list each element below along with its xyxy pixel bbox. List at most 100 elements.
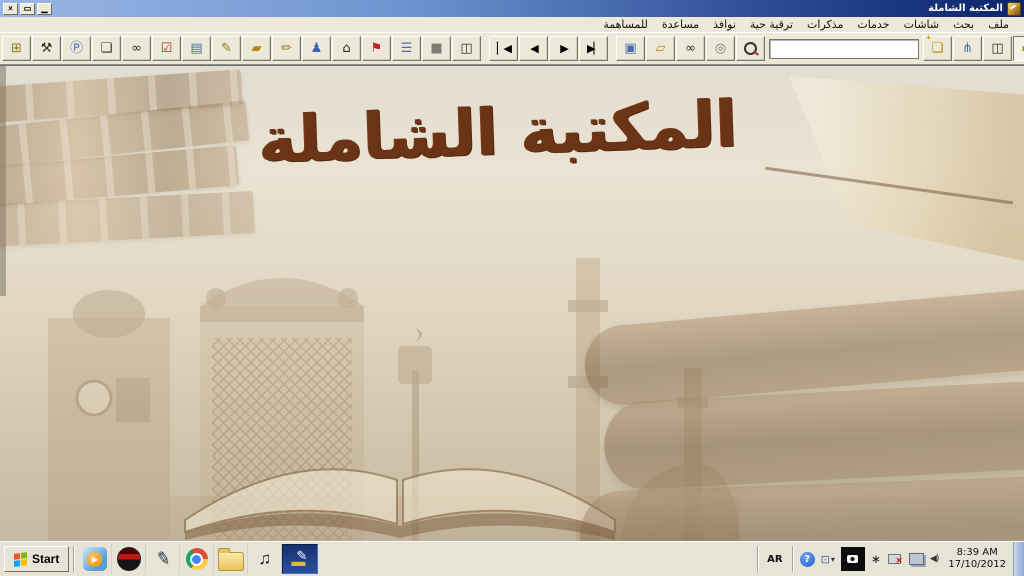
menu-contribute[interactable]: للمساهمة bbox=[596, 18, 655, 31]
restore-icon: ▭ bbox=[24, 4, 32, 13]
black-app-tray-button[interactable] bbox=[838, 547, 868, 571]
display-icon bbox=[909, 553, 924, 565]
home-window-icon: ⌂ bbox=[342, 42, 350, 55]
nav-prev-button[interactable]: ◀ bbox=[519, 36, 548, 61]
tools-icon: ⚒ bbox=[41, 42, 53, 55]
quick-launch: ▶ ✎ ♫ ▬✎ bbox=[78, 544, 318, 574]
menu-windows[interactable]: نوافذ bbox=[706, 18, 743, 31]
nav-first-icon: ▏◀ bbox=[497, 43, 510, 54]
white-book-button[interactable]: ◫ bbox=[983, 36, 1012, 61]
yellow-book-button[interactable]: ▬ bbox=[1013, 36, 1024, 61]
tray-separator bbox=[792, 546, 793, 572]
menu-screens[interactable]: شاشات bbox=[897, 18, 947, 31]
shamela-task-button[interactable]: ▬✎ bbox=[282, 544, 318, 574]
pen-app-launcher[interactable]: ✎ bbox=[146, 544, 180, 574]
nav-prev-icon: ◀ bbox=[530, 43, 536, 54]
open-folder-button[interactable]: ▱ bbox=[646, 36, 675, 61]
language-indicator[interactable]: AR bbox=[762, 554, 787, 565]
desktop-toolbar-button[interactable]: ⊡ ▾ bbox=[818, 553, 838, 566]
quick-search-input[interactable] bbox=[769, 39, 919, 59]
page-search-button[interactable] bbox=[736, 36, 765, 61]
system-tray: AR ? ⊡ ▾ ∗ × ◀) 8:39 AM 17/10/2012 bbox=[753, 544, 1024, 574]
binoculars-button[interactable]: ∞ bbox=[676, 36, 705, 61]
folder-picture-icon: ▰ bbox=[252, 42, 262, 55]
minimize-button[interactable]: ▁ bbox=[37, 3, 52, 15]
new-document-button[interactable]: ❏ bbox=[92, 36, 121, 61]
folder-picture-button[interactable]: ▰ bbox=[242, 36, 271, 61]
globe-icon: ◎ bbox=[715, 42, 726, 55]
title-bar: × ▭ ▁ المكتبة الشاملة bbox=[0, 0, 1024, 17]
page-search-icon bbox=[744, 42, 757, 55]
media-player-launcher[interactable]: ▶ bbox=[78, 544, 112, 574]
menu-live-update[interactable]: ترقية حية bbox=[743, 18, 800, 31]
binoculars-icon: ∞ bbox=[685, 42, 696, 55]
title-group: المكتبة الشاملة bbox=[926, 2, 1021, 16]
org-tree-button[interactable]: ⋔ bbox=[953, 36, 982, 61]
copy-pages-button[interactable]: ▤ bbox=[182, 36, 211, 61]
new-note-icon: ❏ bbox=[932, 42, 944, 55]
chrome-icon bbox=[186, 548, 208, 570]
open-book-button[interactable]: ◫ bbox=[452, 36, 481, 61]
menu-search[interactable]: بحث bbox=[946, 18, 981, 31]
close-button[interactable]: × bbox=[3, 3, 18, 15]
menu-bar: ملف بحث شاشات خدمات مذكرات ترقية حية نوا… bbox=[0, 17, 1024, 33]
taskbar: Start ▶ ✎ ♫ ▬✎ AR ? ⊡ ▾ ∗ × bbox=[0, 541, 1024, 576]
nav-first-button[interactable]: ▏◀ bbox=[489, 36, 518, 61]
open-book-decoration bbox=[175, 428, 625, 541]
home-window-button[interactable]: ⌂ bbox=[332, 36, 361, 61]
page-edit-icon: ✎ bbox=[221, 42, 232, 55]
nav-next-button[interactable]: ▶ bbox=[549, 36, 578, 61]
menu-memos[interactable]: مذكرات bbox=[800, 18, 850, 31]
binoculars-arrow-button[interactable]: ∞ bbox=[122, 36, 151, 61]
outline-list-icon: ☰ bbox=[401, 42, 413, 55]
menu-services[interactable]: خدمات bbox=[850, 18, 896, 31]
music-icon: ♫ bbox=[258, 549, 271, 569]
windows-logo-icon bbox=[14, 552, 27, 567]
open-pages-decoration bbox=[744, 76, 1024, 261]
network-error-tray-button[interactable]: × bbox=[884, 552, 906, 566]
display-tray-button[interactable] bbox=[906, 553, 927, 565]
red-flag-button[interactable]: ⚑ bbox=[362, 36, 391, 61]
pen-icon: ✎ bbox=[154, 548, 172, 570]
tools-button[interactable]: ⚒ bbox=[32, 36, 61, 61]
cascade-window-button[interactable]: ▣ bbox=[616, 36, 645, 61]
red-black-app-launcher[interactable] bbox=[112, 544, 146, 574]
nav-last-button[interactable]: ▶▏ bbox=[579, 36, 608, 61]
p-circle-button[interactable]: Ⓟ bbox=[62, 36, 91, 61]
binoculars-arrow-icon: ∞ bbox=[131, 42, 142, 55]
pencil-button[interactable]: ✏ bbox=[272, 36, 301, 61]
clock-date: 17/10/2012 bbox=[948, 559, 1006, 572]
app-icon bbox=[1007, 2, 1021, 16]
restore-button[interactable]: ▭ bbox=[20, 3, 35, 15]
clipboard-check-button[interactable]: ☑ bbox=[152, 36, 181, 61]
globe-button[interactable]: ◎ bbox=[706, 36, 735, 61]
stop-square-button[interactable]: ■ bbox=[422, 36, 451, 61]
help-tray-button[interactable]: ? bbox=[797, 552, 818, 567]
open-folder-icon: ▱ bbox=[656, 42, 666, 55]
clock[interactable]: 8:39 AM 17/10/2012 bbox=[941, 547, 1013, 572]
show-hidden-icons-button[interactable]: ∗ bbox=[868, 552, 884, 566]
explorer-launcher[interactable] bbox=[214, 544, 248, 574]
volume-tray-button[interactable]: ◀) bbox=[927, 554, 941, 564]
outline-list-button[interactable]: ☰ bbox=[392, 36, 421, 61]
shamela-app-icon: ▬✎ bbox=[289, 549, 311, 569]
small-window-icon: ⊡ bbox=[821, 553, 830, 566]
red-black-app-icon bbox=[117, 547, 141, 571]
cascade-window-icon: ▣ bbox=[624, 42, 636, 55]
pencil-icon: ✏ bbox=[281, 42, 292, 55]
taskbar-separator bbox=[73, 546, 74, 572]
white-book-icon: ◫ bbox=[991, 42, 1003, 55]
program-button[interactable]: ⊞ bbox=[2, 36, 31, 61]
menu-help[interactable]: مساعدة bbox=[655, 18, 706, 31]
new-note-button[interactable]: ❏ bbox=[923, 36, 952, 61]
show-desktop-button[interactable] bbox=[1013, 542, 1024, 576]
menu-file[interactable]: ملف bbox=[981, 18, 1016, 31]
nav-last-icon: ▶▏ bbox=[587, 43, 600, 54]
music-app-launcher[interactable]: ♫ bbox=[248, 544, 282, 574]
minimize-icon: ▁ bbox=[41, 4, 47, 13]
chrome-launcher[interactable] bbox=[180, 544, 214, 574]
clipboard-check-icon: ☑ bbox=[161, 42, 173, 55]
start-button[interactable]: Start bbox=[4, 546, 69, 572]
blue-figure-button[interactable]: ♟ bbox=[302, 36, 331, 61]
page-edit-button[interactable]: ✎ bbox=[212, 36, 241, 61]
